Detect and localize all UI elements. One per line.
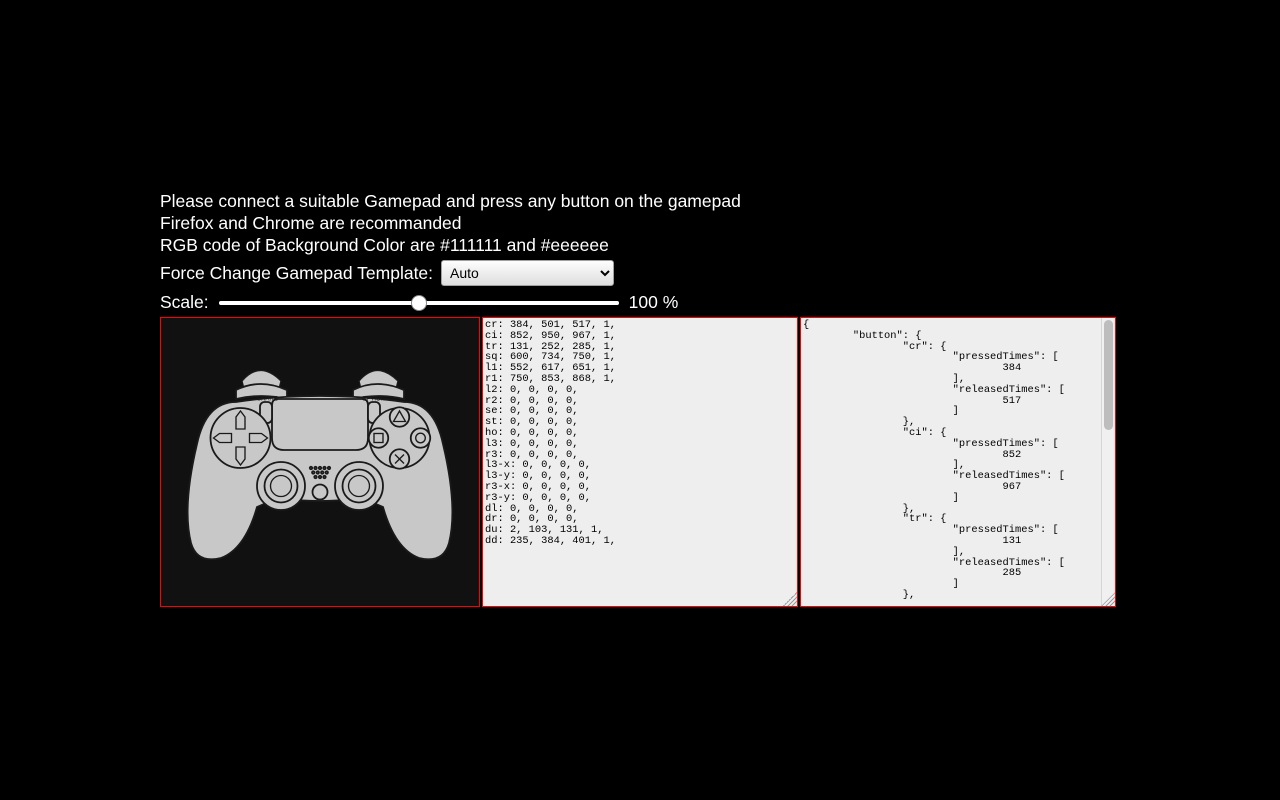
raw-state-textarea[interactable]: [483, 318, 797, 606]
scale-label: Scale:: [160, 292, 209, 313]
template-select[interactable]: Auto: [441, 260, 614, 286]
json-panel: [800, 317, 1116, 607]
scale-slider[interactable]: [219, 301, 619, 305]
scale-value: 100 %: [629, 292, 679, 313]
scrollbar-thumb[interactable]: [1104, 320, 1113, 430]
info-connect: Please connect a suitable Gamepad and pr…: [160, 190, 1120, 212]
svg-text:OPTIONS: OPTIONS: [362, 397, 389, 403]
raw-state-panel: [482, 317, 798, 607]
info-browser: Firefox and Chrome are recommanded: [160, 212, 1120, 234]
dualshock4-icon: SHARE OPTIONS: [170, 357, 470, 567]
template-label: Force Change Gamepad Template:: [160, 263, 433, 284]
json-scrollbar[interactable]: [1101, 318, 1115, 606]
svg-text:SHARE: SHARE: [257, 397, 278, 403]
json-textarea[interactable]: [801, 318, 1101, 606]
info-rgb: RGB code of Background Color are #111111…: [160, 234, 1120, 256]
controller-panel: SHARE OPTIONS: [160, 317, 480, 607]
